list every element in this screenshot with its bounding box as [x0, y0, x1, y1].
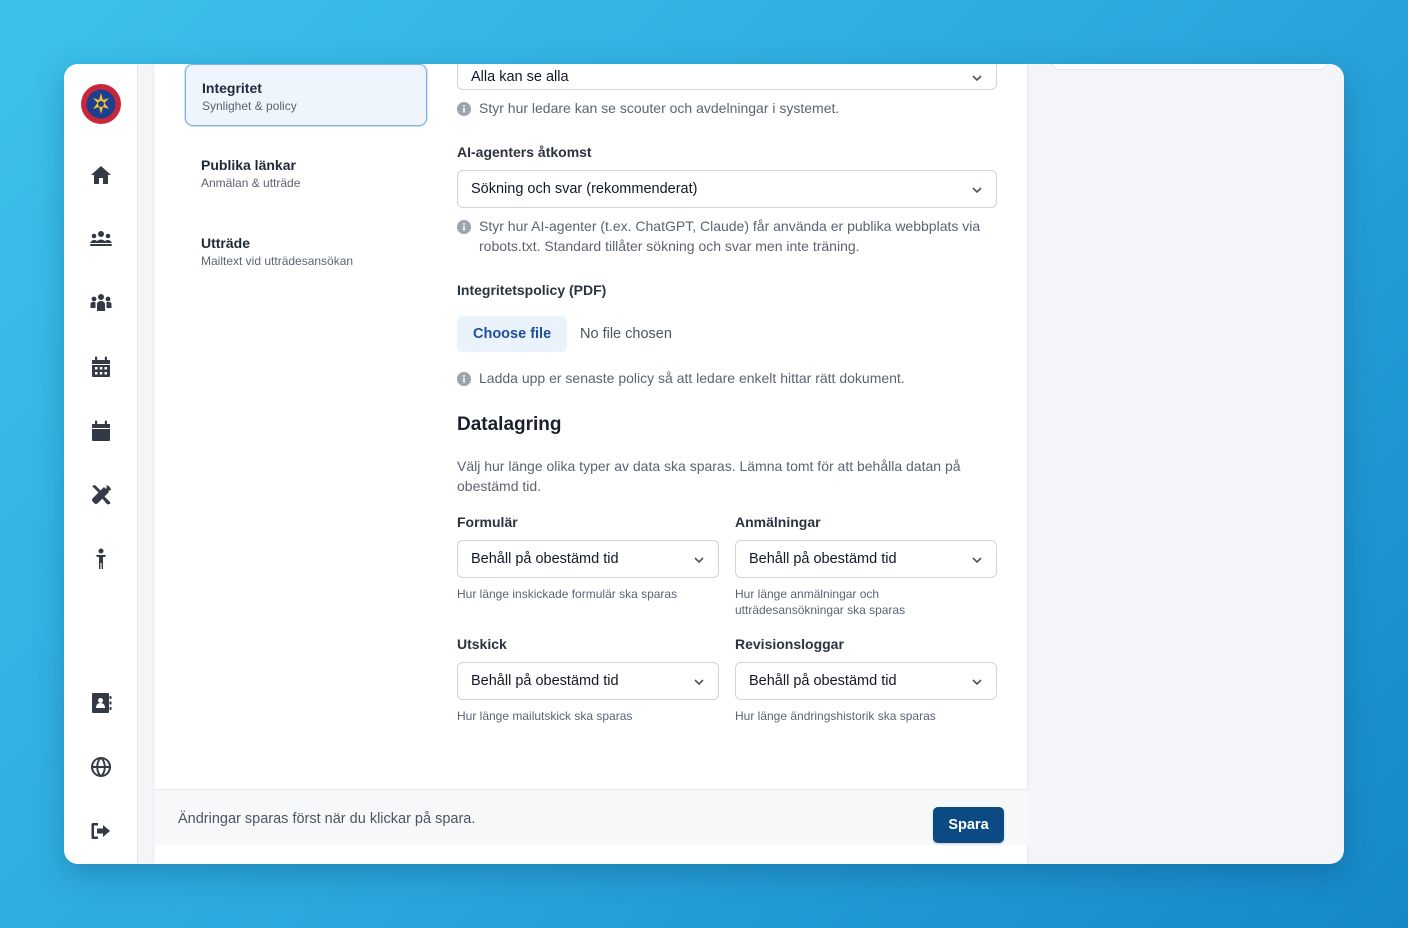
save-footer: Ändringar sparas först när du klickar på… [154, 789, 1029, 845]
group-icon[interactable] [88, 226, 114, 252]
unsaved-changes-note: Ändringar sparas först när du klickar på… [178, 811, 476, 827]
ai-access-select-value: Sökning och svar (rekommenderat) [471, 181, 698, 197]
subnav-subtitle: Mailtext vid utträdesansökan [201, 254, 354, 268]
sidebar [64, 64, 138, 864]
subnav-subtitle: Anmälan & utträde [201, 176, 301, 190]
utskick-label: Utskick [457, 636, 507, 652]
chevron-down-icon [971, 72, 983, 84]
chevron-down-icon [693, 554, 705, 566]
visibility-help-text: Styr hur ledare kan se scouter och avdel… [479, 100, 840, 116]
revisionsloggar-select-value: Behåll på obestämd tid [749, 673, 897, 689]
info-icon [457, 219, 471, 234]
choose-file-button[interactable]: Choose file [457, 316, 568, 352]
privacy-policy-help: Ladda upp er senaste policy så att ledar… [457, 368, 997, 388]
chevron-down-icon [971, 184, 983, 196]
formular-label: Formulär [457, 514, 518, 530]
subnav-title: Integritet [202, 80, 262, 96]
subnav-title: Utträde [201, 235, 251, 251]
visibility-select-value: Alla kan se alla [471, 69, 569, 85]
info-icon [457, 371, 471, 386]
subnav-subtitle: Synlighet & policy [202, 99, 297, 113]
subnav-item-integritet[interactable]: Integritet Synlighet & policy [185, 64, 427, 126]
ai-access-select[interactable]: Sökning och svar (rekommenderat) [457, 170, 997, 208]
ai-access-label: AI-agenters åtkomst [457, 144, 592, 160]
subnav-title: Publika länkar [201, 157, 296, 173]
logout-icon[interactable] [88, 818, 114, 844]
organization-logo[interactable] [80, 83, 122, 125]
chevron-down-icon [693, 676, 705, 688]
file-status: No file chosen [580, 326, 672, 342]
chevron-down-icon [971, 554, 983, 566]
globe-icon[interactable] [88, 754, 114, 780]
chevron-down-icon [971, 676, 983, 688]
save-button[interactable]: Spara [933, 807, 1004, 843]
contact-card-icon[interactable] [88, 690, 114, 716]
utskick-select[interactable]: Behåll på obestämd tid [457, 662, 719, 700]
formular-select[interactable]: Behåll på obestämd tid [457, 540, 719, 578]
calendar-icon[interactable] [88, 418, 114, 444]
tools-icon[interactable] [88, 482, 114, 508]
privacy-policy-label: Integritetspolicy (PDF) [457, 282, 607, 298]
utskick-select-value: Behåll på obestämd tid [471, 673, 619, 689]
visibility-select[interactable]: Alla kan se alla [457, 64, 997, 90]
anmalningar-label: Anmälningar [735, 514, 821, 530]
utskick-help: Hur länge mailutskick ska sparas [457, 709, 633, 723]
anmalningar-select-value: Behåll på obestämd tid [749, 551, 897, 567]
side-card [1051, 64, 1328, 70]
people-icon[interactable] [88, 290, 114, 316]
datalagring-description: Välj hur länge olika typer av data ska s… [457, 458, 961, 494]
house-icon[interactable] [88, 162, 114, 188]
calendar-grid-icon[interactable] [88, 354, 114, 380]
ai-access-help: Styr hur AI-agenter (t.ex. ChatGPT, Clau… [457, 216, 997, 256]
child-icon[interactable] [88, 546, 114, 572]
privacy-policy-help-text: Ladda upp er senaste policy så att ledar… [479, 370, 905, 386]
revisionsloggar-help: Hur länge ändringshistorik ska sparas [735, 709, 936, 723]
app-window: Integritet Synlighet & policy Publika lä… [64, 64, 1344, 864]
formular-select-value: Behåll på obestämd tid [471, 551, 619, 567]
ai-access-help-text: Styr hur AI-agenter (t.ex. ChatGPT, Clau… [479, 218, 981, 254]
datalagring-title: Datalagring [457, 414, 562, 435]
subnav-item-publika-lankar[interactable]: Publika länkar Anmälan & utträde [185, 142, 427, 204]
subnav-item-uttrade[interactable]: Utträde Mailtext vid utträdesansökan [185, 220, 427, 282]
visibility-help: Styr hur ledare kan se scouter och avdel… [457, 98, 997, 118]
anmalningar-select[interactable]: Behåll på obestämd tid [735, 540, 997, 578]
formular-help: Hur länge inskickade formulär ska sparas [457, 587, 678, 601]
settings-panel: Integritet Synlighet & policy Publika lä… [153, 64, 1029, 864]
info-icon [457, 101, 471, 116]
anmalningar-help: Hur länge anmälningar och utträdesansökn… [735, 587, 906, 617]
revisionsloggar-select[interactable]: Behåll på obestämd tid [735, 662, 997, 700]
revisionsloggar-label: Revisionsloggar [735, 636, 844, 652]
